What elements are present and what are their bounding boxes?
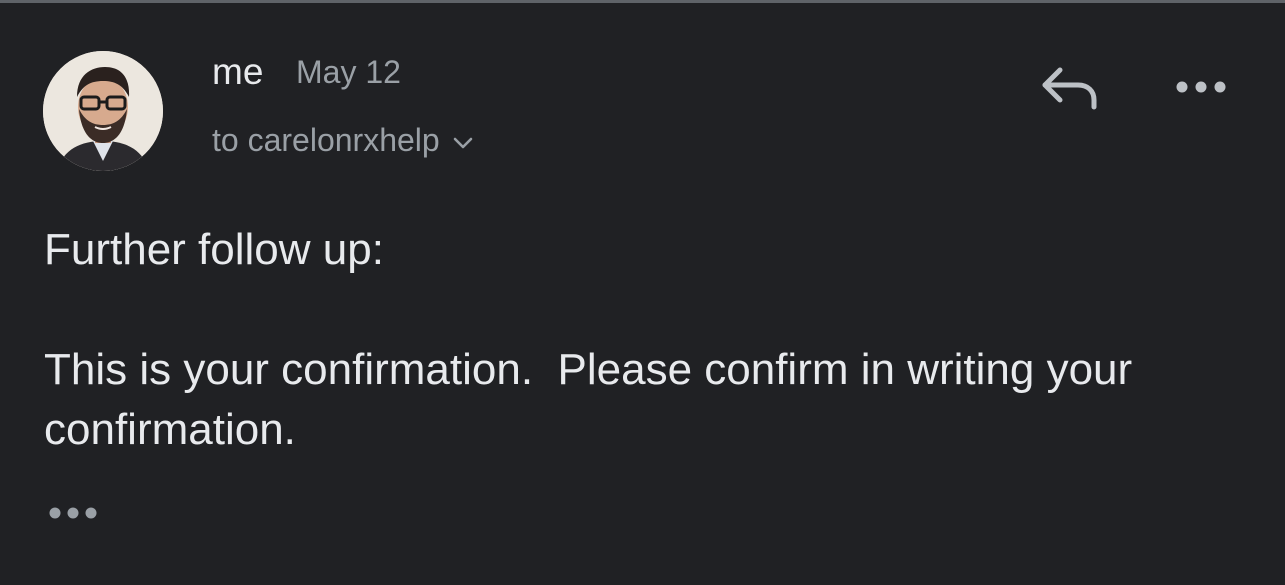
sender-avatar[interactable]	[43, 51, 163, 171]
reply-icon	[1042, 67, 1097, 110]
sender-name: me	[212, 51, 264, 92]
more-options-button[interactable]	[1168, 70, 1234, 104]
more-options-icon	[1176, 81, 1226, 93]
recipient-details-toggle[interactable]: to carelonrxhelp	[212, 119, 474, 161]
message-body-paragraph: This is your confirmation. Please confir…	[44, 345, 1145, 454]
chevron-down-icon	[453, 137, 472, 149]
recipient-line: to carelonrxhelp	[212, 122, 440, 158]
reply-button[interactable]	[1036, 60, 1102, 114]
show-trimmed-content-button[interactable]	[44, 500, 102, 526]
top-divider	[0, 0, 1285, 3]
show-trimmed-content-icon	[49, 507, 97, 519]
message-date: May 12	[296, 54, 401, 90]
message-body-line: Further follow up:	[44, 225, 384, 274]
